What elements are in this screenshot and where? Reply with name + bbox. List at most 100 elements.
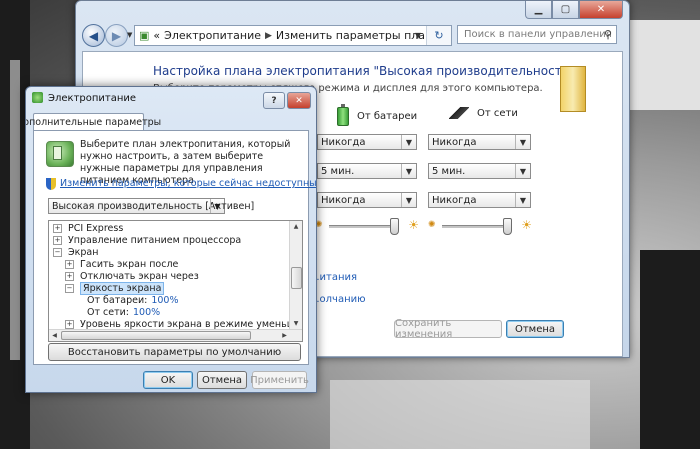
desktop-photo-spine bbox=[10, 60, 20, 360]
select-value: Никогда bbox=[432, 136, 477, 148]
window-caption-buttons: ▁ ▢ ✕ bbox=[525, 1, 623, 19]
slider-thumb[interactable] bbox=[389, 218, 399, 235]
minimize-button[interactable]: ▁ bbox=[525, 1, 552, 19]
collapse-icon[interactable]: − bbox=[65, 283, 74, 293]
change-unavailable-settings-link[interactable]: Изменить параметры, которые сейчас недос… bbox=[60, 178, 316, 189]
chevron-down-icon: ▼ bbox=[401, 193, 416, 207]
tab-advanced-settings[interactable]: Дополнительные параметры bbox=[26, 113, 161, 131]
navigation-bar: ◀ ▶ ▼ ▣ « Электропитание ▶ Изменить пара… bbox=[82, 23, 623, 47]
restore-defaults-link[interactable]: ...олчанию bbox=[310, 294, 366, 305]
sleep-ac-select[interactable]: Никогда ▼ bbox=[428, 192, 531, 208]
desktop-photo-dark2 bbox=[640, 250, 700, 449]
dialog-close-button[interactable]: ✕ bbox=[287, 92, 311, 109]
search-input[interactable]: Поиск в панели управления ⚲ bbox=[457, 25, 617, 44]
tree-item-label: PCI Express bbox=[68, 222, 124, 234]
arrow-left-icon: ◀ bbox=[88, 28, 99, 43]
tree-item-dim-after[interactable]: + Гасить экран после bbox=[65, 258, 178, 270]
breadcrumb-power-options[interactable]: Электропитание bbox=[164, 29, 261, 42]
desktop-folder-icon[interactable] bbox=[560, 66, 586, 112]
control-panel-icon: ▣ bbox=[139, 29, 150, 42]
tree-item-turn-off[interactable]: + Отключать экран через bbox=[65, 270, 199, 282]
on-ac-value-link[interactable]: 100% bbox=[133, 307, 160, 318]
dim-display-ac-select[interactable]: Никогда ▼ bbox=[428, 134, 531, 150]
brightness-slider-ac[interactable]: ✺ ☀ bbox=[428, 218, 532, 235]
search-placeholder: Поиск в панели управления bbox=[464, 29, 612, 40]
slider-track[interactable] bbox=[442, 225, 510, 228]
column-header-ac: От сети bbox=[449, 107, 518, 119]
address-bar[interactable]: ▣ « Электропитание ▶ Изменить параметры … bbox=[134, 25, 452, 46]
scroll-right-icon[interactable]: ▶ bbox=[279, 330, 290, 341]
close-button[interactable]: ✕ bbox=[579, 1, 623, 19]
chevron-down-icon: ▼ bbox=[401, 135, 416, 149]
scroll-thumb[interactable] bbox=[61, 331, 251, 340]
brightness-high-icon: ☀ bbox=[521, 218, 532, 232]
breadcrumb-separator-icon[interactable]: ▶ bbox=[265, 31, 272, 41]
settings-tree[interactable]: + PCI Express + Управление питанием процес… bbox=[48, 220, 303, 342]
tree-item-label: Уровень яркости экрана в режиме уменьшен… bbox=[80, 318, 302, 330]
ok-button[interactable]: OK bbox=[143, 371, 193, 389]
tree-item-cpu[interactable]: + Управление питанием процессора bbox=[53, 234, 241, 246]
slider-thumb[interactable] bbox=[502, 218, 512, 235]
collapse-icon[interactable]: − bbox=[53, 247, 62, 257]
address-dropdown-icon[interactable]: ▼ bbox=[411, 26, 425, 45]
display-off-ac-select[interactable]: 5 мин. ▼ bbox=[428, 163, 531, 179]
address-overflow[interactable]: « bbox=[153, 29, 160, 42]
help-button[interactable]: ? bbox=[263, 92, 285, 109]
expand-icon[interactable]: + bbox=[65, 271, 74, 281]
display-off-battery-select[interactable]: 5 мин. ▼ bbox=[317, 163, 417, 179]
scroll-thumb[interactable] bbox=[291, 267, 302, 289]
brightness-slider-battery[interactable]: ✺ ☀ bbox=[315, 218, 419, 235]
expand-icon[interactable]: + bbox=[65, 259, 74, 269]
slider-track[interactable] bbox=[329, 225, 397, 228]
tab-panel: Выберите план электропитания, который ну… bbox=[33, 130, 316, 365]
select-value: Никогда bbox=[432, 194, 477, 206]
refresh-icon[interactable]: ↻ bbox=[426, 26, 451, 45]
dim-display-battery-select[interactable]: Никогда ▼ bbox=[317, 134, 417, 150]
column-header-battery: От батареи bbox=[337, 104, 417, 126]
search-icon[interactable]: ⚲ bbox=[604, 28, 612, 41]
history-dropdown-icon[interactable]: ▼ bbox=[127, 31, 132, 39]
tree-item-screen[interactable]: − Экран bbox=[53, 246, 98, 258]
restore-defaults-button[interactable]: Восстановить параметры по умолчанию bbox=[48, 343, 301, 361]
tree-item-label: От батареи: bbox=[87, 294, 148, 306]
plug-icon bbox=[449, 107, 469, 119]
tree-item-on-ac[interactable]: От сети: 100% bbox=[87, 306, 160, 318]
maximize-button[interactable]: ▢ bbox=[552, 1, 579, 19]
shield-icon bbox=[46, 178, 56, 190]
select-value: 5 мин. bbox=[432, 165, 466, 177]
power-options-icon bbox=[32, 92, 43, 103]
plan-select[interactable]: Высокая производительность [Активен] ▼ bbox=[48, 198, 254, 214]
dialog-cancel-button[interactable]: Отмена bbox=[197, 371, 247, 389]
tree-item-pci-express[interactable]: + PCI Express bbox=[53, 222, 123, 234]
select-value: Никогда bbox=[321, 194, 366, 206]
cancel-button[interactable]: Отмена bbox=[506, 320, 564, 338]
chevron-down-icon: ▼ bbox=[515, 193, 530, 207]
tree-item-brightness[interactable]: − Яркость экрана bbox=[65, 281, 165, 295]
brightness-high-icon: ☀ bbox=[408, 218, 419, 232]
change-advanced-settings-link[interactable]: ...итания bbox=[310, 272, 357, 283]
scroll-left-icon[interactable]: ◀ bbox=[49, 330, 60, 341]
scroll-up-icon[interactable]: ▲ bbox=[290, 221, 302, 232]
expand-icon[interactable]: + bbox=[65, 319, 74, 329]
tree-item-label: Экран bbox=[68, 246, 99, 258]
save-changes-button[interactable]: Сохранить изменения bbox=[394, 318, 502, 340]
sleep-battery-select[interactable]: Никогда ▼ bbox=[317, 192, 417, 208]
scroll-down-icon[interactable]: ▼ bbox=[290, 318, 302, 329]
tree-item-on-battery[interactable]: От батареи: 100% bbox=[87, 294, 179, 306]
tree-item-label: Отключать экран через bbox=[80, 270, 199, 282]
tree-item-label: От сети: bbox=[87, 306, 130, 318]
back-button[interactable]: ◀ bbox=[82, 24, 105, 47]
on-battery-value-link[interactable]: 100% bbox=[151, 295, 178, 306]
power-options-dialog: Электропитание ? ✕ Дополнительные параме… bbox=[25, 86, 317, 393]
chevron-down-icon: ▼ bbox=[210, 199, 224, 213]
forward-button[interactable]: ▶ bbox=[105, 24, 128, 47]
tree-vertical-scrollbar[interactable]: ▲ ▼ bbox=[289, 221, 302, 329]
expand-icon[interactable]: + bbox=[53, 235, 62, 245]
chevron-down-icon: ▼ bbox=[515, 135, 530, 149]
tree-item-label-selected[interactable]: Яркость экрана bbox=[80, 281, 165, 295]
tree-horizontal-scrollbar[interactable]: ◀ ▶ bbox=[49, 329, 302, 341]
power-plan-icon bbox=[46, 141, 74, 167]
apply-button[interactable]: Применить bbox=[250, 371, 309, 389]
expand-icon[interactable]: + bbox=[53, 223, 62, 233]
desktop-photo-paper bbox=[628, 20, 700, 110]
